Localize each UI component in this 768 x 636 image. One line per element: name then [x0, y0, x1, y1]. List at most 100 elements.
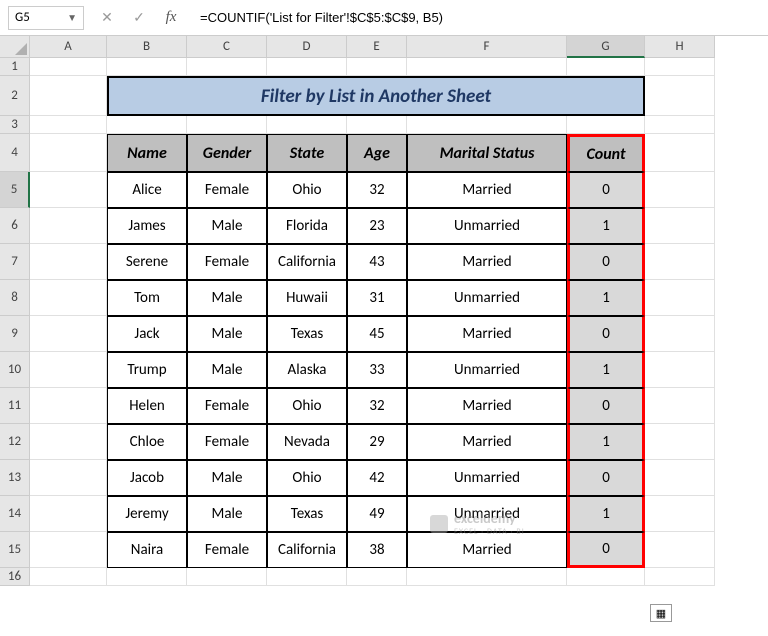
- empty-cell[interactable]: [30, 116, 107, 134]
- table-cell[interactable]: Female: [187, 172, 267, 208]
- empty-cell[interactable]: [645, 460, 715, 496]
- chevron-down-icon[interactable]: ▼: [67, 11, 77, 24]
- table-cell[interactable]: Ohio: [267, 388, 347, 424]
- table-cell[interactable]: 42: [347, 460, 407, 496]
- empty-cell[interactable]: [30, 58, 107, 76]
- empty-cell[interactable]: [407, 568, 567, 586]
- empty-cell[interactable]: [267, 58, 347, 76]
- table-cell[interactable]: California: [267, 532, 347, 568]
- table-cell[interactable]: Serene: [107, 244, 187, 280]
- row-header[interactable]: 11: [0, 388, 30, 424]
- table-cell[interactable]: Alaska: [267, 352, 347, 388]
- table-cell[interactable]: Jack: [107, 316, 187, 352]
- empty-cell[interactable]: [187, 58, 267, 76]
- table-cell[interactable]: 0: [567, 460, 645, 496]
- table-cell[interactable]: Male: [187, 280, 267, 316]
- table-cell[interactable]: Female: [187, 424, 267, 460]
- column-header[interactable]: G: [567, 36, 645, 58]
- empty-cell[interactable]: [645, 352, 715, 388]
- empty-cell[interactable]: [645, 244, 715, 280]
- table-cell[interactable]: Unmarried: [407, 280, 567, 316]
- table-cell[interactable]: Male: [187, 208, 267, 244]
- row-header[interactable]: 9: [0, 316, 30, 352]
- table-cell[interactable]: 43: [347, 244, 407, 280]
- empty-cell[interactable]: [645, 496, 715, 532]
- autofill-options-button[interactable]: ▦: [650, 604, 672, 622]
- fx-icon[interactable]: fx: [162, 9, 180, 27]
- empty-cell[interactable]: [645, 568, 715, 586]
- table-cell[interactable]: James: [107, 208, 187, 244]
- empty-cell[interactable]: [567, 568, 645, 586]
- cancel-icon[interactable]: ✕: [98, 9, 116, 27]
- row-header[interactable]: 7: [0, 244, 30, 280]
- row-header[interactable]: 10: [0, 352, 30, 388]
- table-cell[interactable]: Helen: [107, 388, 187, 424]
- table-cell[interactable]: Jacob: [107, 460, 187, 496]
- table-cell[interactable]: 1: [567, 496, 645, 532]
- table-cell[interactable]: Texas: [267, 496, 347, 532]
- table-cell[interactable]: Chloe: [107, 424, 187, 460]
- table-cell[interactable]: 1: [567, 352, 645, 388]
- table-cell[interactable]: Male: [187, 496, 267, 532]
- table-cell[interactable]: Jeremy: [107, 496, 187, 532]
- empty-cell[interactable]: [645, 532, 715, 568]
- confirm-icon[interactable]: ✓: [130, 9, 148, 27]
- row-header[interactable]: 15: [0, 532, 30, 568]
- table-cell[interactable]: Male: [187, 352, 267, 388]
- column-header[interactable]: C: [187, 36, 267, 58]
- empty-cell[interactable]: [567, 58, 645, 76]
- empty-cell[interactable]: [567, 116, 645, 134]
- empty-cell[interactable]: [107, 58, 187, 76]
- table-cell[interactable]: 32: [347, 172, 407, 208]
- table-cell[interactable]: Married: [407, 244, 567, 280]
- spreadsheet-grid[interactable]: ABCDEFGH12Filter by List in Another Shee…: [0, 36, 768, 586]
- table-cell[interactable]: Female: [187, 244, 267, 280]
- table-cell[interactable]: Female: [187, 388, 267, 424]
- empty-cell[interactable]: [347, 568, 407, 586]
- empty-cell[interactable]: [30, 460, 107, 496]
- table-cell[interactable]: 49: [347, 496, 407, 532]
- empty-cell[interactable]: [107, 568, 187, 586]
- table-cell[interactable]: Tom: [107, 280, 187, 316]
- table-cell[interactable]: 1: [567, 208, 645, 244]
- empty-cell[interactable]: [407, 58, 567, 76]
- table-cell[interactable]: 1: [567, 280, 645, 316]
- empty-cell[interactable]: [30, 76, 107, 116]
- table-cell[interactable]: Male: [187, 460, 267, 496]
- table-cell[interactable]: Texas: [267, 316, 347, 352]
- table-cell[interactable]: Naira: [107, 532, 187, 568]
- row-header[interactable]: 2: [0, 76, 30, 116]
- table-cell[interactable]: Female: [187, 532, 267, 568]
- empty-cell[interactable]: [645, 316, 715, 352]
- table-cell[interactable]: 29: [347, 424, 407, 460]
- table-cell[interactable]: Unmarried: [407, 460, 567, 496]
- empty-cell[interactable]: [107, 116, 187, 134]
- empty-cell[interactable]: [30, 424, 107, 460]
- table-cell[interactable]: 0: [567, 388, 645, 424]
- table-cell[interactable]: Unmarried: [407, 496, 567, 532]
- table-cell[interactable]: 0: [567, 244, 645, 280]
- empty-cell[interactable]: [30, 280, 107, 316]
- column-header[interactable]: F: [407, 36, 567, 58]
- row-header[interactable]: 12: [0, 424, 30, 460]
- table-cell[interactable]: 32: [347, 388, 407, 424]
- empty-cell[interactable]: [645, 280, 715, 316]
- row-header[interactable]: 14: [0, 496, 30, 532]
- empty-cell[interactable]: [30, 244, 107, 280]
- formula-input[interactable]: [194, 6, 760, 30]
- table-cell[interactable]: Married: [407, 316, 567, 352]
- table-cell[interactable]: Florida: [267, 208, 347, 244]
- empty-cell[interactable]: [645, 424, 715, 460]
- table-cell[interactable]: Married: [407, 424, 567, 460]
- empty-cell[interactable]: [645, 172, 715, 208]
- empty-cell[interactable]: [407, 116, 567, 134]
- empty-cell[interactable]: [30, 316, 107, 352]
- empty-cell[interactable]: [267, 116, 347, 134]
- table-cell[interactable]: Trump: [107, 352, 187, 388]
- empty-cell[interactable]: [645, 388, 715, 424]
- empty-cell[interactable]: [30, 172, 107, 208]
- row-header[interactable]: 8: [0, 280, 30, 316]
- empty-cell[interactable]: [187, 116, 267, 134]
- table-cell[interactable]: 0: [567, 172, 645, 208]
- column-header[interactable]: H: [645, 36, 715, 58]
